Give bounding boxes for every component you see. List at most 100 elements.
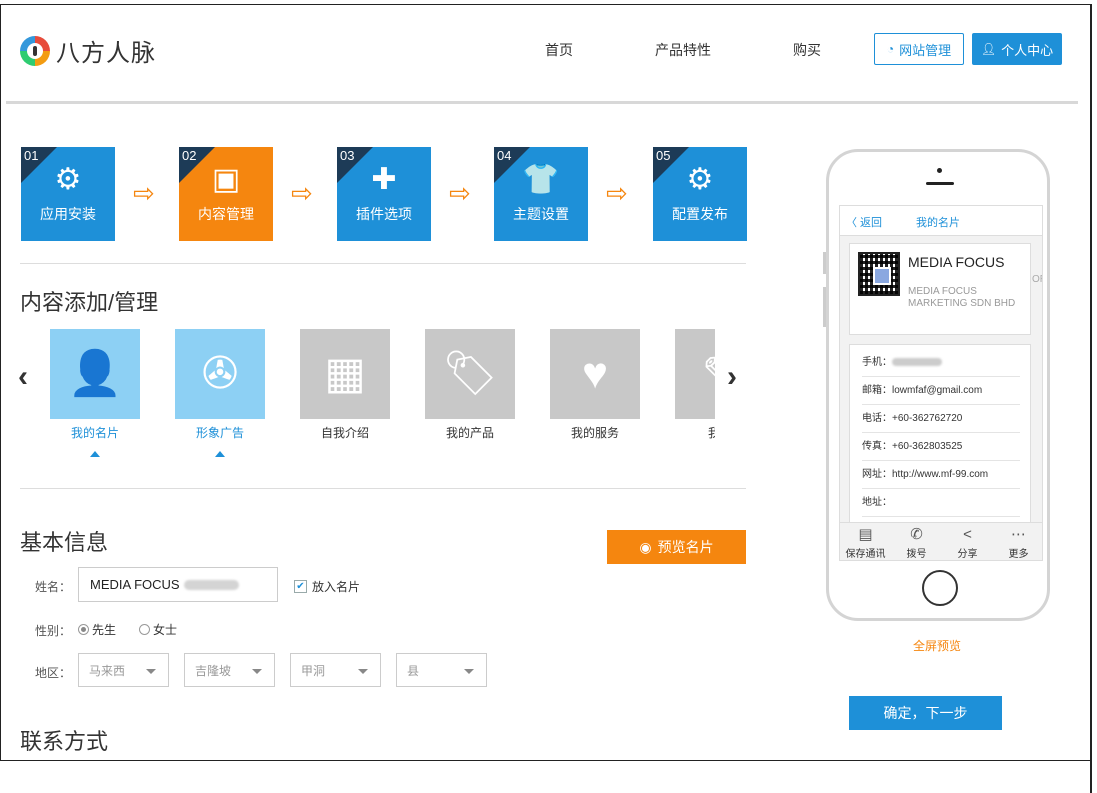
phone-nav-bar: 〈 返回 我的名片 bbox=[840, 206, 1042, 236]
contact-card-icon: 👤 bbox=[67, 349, 123, 398]
info-label: 电话： bbox=[862, 413, 892, 424]
phone-tab-label: 分享 bbox=[957, 549, 978, 560]
phone-icon: ✆ bbox=[910, 526, 923, 543]
info-value: +60-362803525 bbox=[892, 441, 963, 452]
info-label: 邮箱： bbox=[862, 385, 892, 396]
radio-selected-icon bbox=[78, 624, 89, 635]
more-icon: ⋯ bbox=[1011, 526, 1026, 543]
frame-left-line bbox=[0, 4, 1, 761]
card-company: MEDIA FOCUS MARKETING SDN BHD bbox=[908, 286, 1016, 309]
select-value: 吉隆坡 bbox=[195, 663, 232, 678]
user-center-button[interactable]: 👤︎ 个人中心 bbox=[972, 33, 1062, 65]
frame-right-line bbox=[1090, 4, 1092, 793]
selected-caret-icon bbox=[215, 451, 225, 457]
phone-tab-label: 保存通讯 bbox=[845, 549, 886, 560]
phone-tab[interactable]: ▤ 保存通讯 bbox=[840, 523, 891, 560]
contact-info-row: 手机： bbox=[862, 349, 1020, 377]
name-label: 姓名： bbox=[35, 580, 72, 594]
content-tile[interactable]: ▦ bbox=[300, 329, 390, 419]
region-state-select[interactable]: 吉隆坡 bbox=[184, 653, 275, 687]
gender-option-label: 女士 bbox=[153, 623, 178, 637]
region-county-select[interactable]: 县 bbox=[396, 653, 487, 687]
select-value: 县 bbox=[407, 663, 420, 678]
put-in-card-checkbox[interactable]: ✔ 放入名片 bbox=[294, 578, 360, 595]
info-value: lowmfaf@gmail.com bbox=[892, 385, 983, 396]
redacted-text bbox=[892, 358, 942, 367]
check-icon: ✔ bbox=[294, 580, 307, 593]
frame-bottom-line bbox=[0, 760, 1092, 761]
card-name: MEDIA FOCUS bbox=[908, 254, 1005, 270]
chevron-down-icon bbox=[252, 669, 262, 674]
content-tile-label: 形象广告 bbox=[195, 426, 244, 440]
next-step-button[interactable]: 确定，下一步 bbox=[849, 696, 1002, 730]
content-tile[interactable]: ✇ bbox=[175, 329, 265, 419]
fullscreen-preview-link[interactable]: 全屏预览 bbox=[913, 637, 961, 654]
contact-info-list: 手机： 邮箱：lowmfaf@gmail.com 电话：+60-362762720 传… bbox=[849, 344, 1031, 524]
phone-speaker bbox=[926, 182, 954, 185]
user-icon: 👤︎ bbox=[980, 42, 997, 56]
info-value: http://www.mf-99.com bbox=[892, 469, 989, 480]
info-label: 传真： bbox=[862, 441, 892, 452]
gender-radio-male[interactable]: 先生 bbox=[78, 621, 116, 638]
phone-side-button bbox=[823, 252, 826, 274]
card-overflow-text: OR bbox=[1032, 274, 1042, 285]
preview-card-label: 预览名片 bbox=[657, 539, 714, 555]
phone-tab-label: 拨号 bbox=[906, 549, 927, 560]
carousel-next-button[interactable]: › bbox=[727, 360, 737, 394]
content-tiles: 👤 我的名片 ✇ 形象广告 ▦ 自我介绍 🏷 我的产品 ♥ 我的服务 ✎ 我的 bbox=[48, 0, 715, 480]
put-in-card-label: 放入名片 bbox=[312, 580, 361, 594]
gender-radio-female[interactable]: 女士 bbox=[139, 621, 177, 638]
selected-caret-icon bbox=[90, 451, 100, 457]
name-input[interactable]: MEDIA FOCUS bbox=[78, 567, 278, 602]
site-manage-button[interactable]: ◔ 网站管理 bbox=[874, 33, 964, 65]
film-reel-icon: ✇ bbox=[201, 349, 239, 398]
region-country-select[interactable]: 马来西 bbox=[78, 653, 169, 687]
content-tile-label: 我的产品 bbox=[445, 426, 494, 440]
contacts-icon: ▤ bbox=[858, 526, 873, 543]
phone-back-link[interactable]: 〈 返回 bbox=[846, 214, 882, 230]
contact-info-row: 邮箱：lowmfaf@gmail.com bbox=[862, 377, 1020, 405]
phone-screen: 〈 返回 我的名片 MEDIA FOCUS MEDIA FOCUS MARKET… bbox=[839, 205, 1043, 561]
tag-icon: 🏷 bbox=[442, 349, 498, 398]
redacted-text bbox=[183, 579, 239, 590]
contact-info-row: 地址： bbox=[862, 489, 1020, 517]
chevron-down-icon bbox=[146, 669, 156, 674]
building-icon: ▦ bbox=[324, 349, 366, 398]
phone-tab[interactable]: ⋯ 更多 bbox=[993, 523, 1042, 560]
phone-camera bbox=[937, 168, 942, 173]
phone-tab-label: 更多 bbox=[1008, 549, 1029, 560]
eye-icon: ◉ bbox=[639, 538, 652, 555]
content-tile-label: 我的服务 bbox=[570, 426, 619, 440]
phone-tab-bar: ▤ 保存通讯 ✆ 拨号 < 分享 ⋯ 更多 bbox=[840, 522, 1042, 560]
name-value: MEDIA FOCUS bbox=[90, 577, 180, 592]
select-value: 马来西 bbox=[89, 663, 126, 678]
content-tile[interactable]: 🏷 bbox=[425, 329, 515, 419]
info-label: 网址： bbox=[862, 469, 892, 480]
content-tile-label: 我的名片 bbox=[70, 426, 119, 440]
basic-info-title: 基本信息 bbox=[20, 530, 109, 555]
phone-tab[interactable]: ✆ 拨号 bbox=[891, 523, 942, 560]
content-tile[interactable]: 👤 bbox=[50, 329, 140, 419]
step-number: 01 bbox=[24, 148, 39, 163]
phone-home-button bbox=[922, 570, 958, 606]
gender-label: 性别： bbox=[35, 624, 72, 638]
region-city-select[interactable]: 甲洞 bbox=[290, 653, 381, 687]
pen-icon: ✎ bbox=[702, 349, 715, 399]
contact-section-title: 联系方式 bbox=[20, 729, 109, 754]
info-label: 地址： bbox=[862, 497, 892, 508]
select-value: 甲洞 bbox=[301, 663, 326, 678]
phone-side-button bbox=[823, 287, 826, 327]
preview-card-button[interactable]: ◉ 预览名片 bbox=[607, 530, 746, 564]
radio-icon bbox=[139, 624, 150, 635]
phone-title: 我的名片 bbox=[916, 217, 960, 229]
content-tile[interactable]: ✎ bbox=[675, 329, 715, 419]
carousel-prev-button[interactable]: ‹ bbox=[18, 360, 28, 394]
phone-tab[interactable]: < 分享 bbox=[942, 523, 993, 560]
site-manage-label: 网站管理 bbox=[899, 42, 952, 58]
contact-info-row: 网址：http://www.mf-99.com bbox=[862, 461, 1020, 489]
content-tile-label: 自我介绍 bbox=[320, 426, 369, 440]
content-tile[interactable]: ♥ bbox=[550, 329, 640, 419]
nav-buy[interactable]: 购买 bbox=[793, 40, 821, 60]
content-tile-label: 我的 bbox=[707, 426, 715, 440]
info-label: 手机： bbox=[862, 357, 892, 368]
